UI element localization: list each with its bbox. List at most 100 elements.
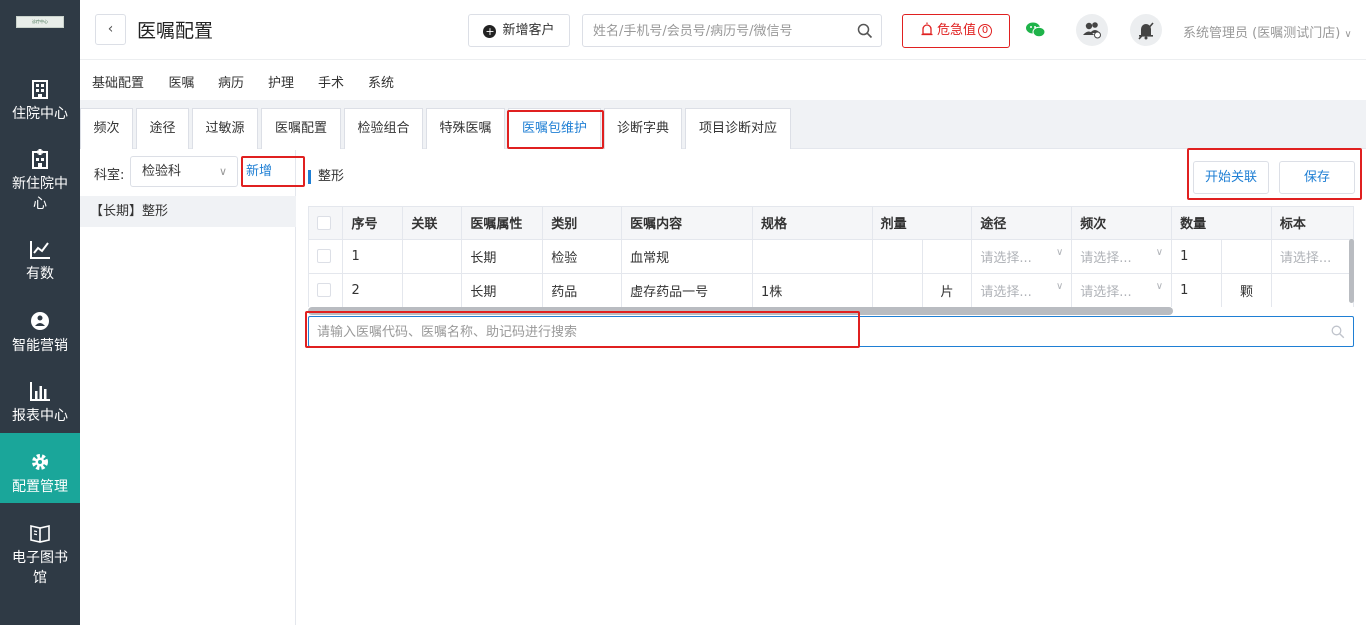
tab-lab-group[interactable]: 检验组合 xyxy=(344,108,423,149)
tab-basic-config[interactable]: 基础配置 xyxy=(92,72,144,101)
row-category: 检验 xyxy=(542,239,623,274)
chevron-down-icon: ∨ xyxy=(1055,280,1064,292)
column-header: 规格 xyxy=(752,207,873,240)
row-checkbox[interactable] xyxy=(317,283,331,297)
row-select-cell xyxy=(309,239,344,274)
tab-item-diagnosis-mapping[interactable]: 项目诊断对应 xyxy=(685,108,791,149)
search-icon[interactable] xyxy=(857,23,873,39)
plus-circle-icon: + xyxy=(483,25,497,38)
row-frequency-select[interactable]: 请选择... ∨ xyxy=(1071,239,1173,274)
column-header: 剂量 xyxy=(872,207,973,240)
row-dose-input[interactable] xyxy=(872,239,923,274)
row-route-select[interactable]: 请选择... ∨ xyxy=(971,273,1073,307)
row-frequency-select[interactable]: 请选择... ∨ xyxy=(1071,273,1173,307)
tab-frequency[interactable]: 频次 xyxy=(80,108,133,149)
column-header: 途径 xyxy=(971,207,1073,240)
gear-icon xyxy=(32,454,48,470)
select-all-checkbox[interactable] xyxy=(317,215,331,230)
package-detail-panel: 整形 开始关联 保存 序号 关联 医嘱属性 类别 医嘱内容 规格 剂量 途径 频… xyxy=(297,150,1366,625)
package-list-item[interactable]: 【长期】整形 xyxy=(80,196,296,227)
add-package-button[interactable]: 新增 xyxy=(246,160,272,179)
start-link-button[interactable]: 开始关联 xyxy=(1193,161,1269,194)
department-value: 检验科 xyxy=(142,164,182,179)
table-header-row: 序号 关联 医嘱属性 类别 医嘱内容 规格 剂量 途径 频次 数量 标本 xyxy=(309,207,1354,240)
line-chart-icon xyxy=(30,241,50,259)
row-specimen-select[interactable]: 请选择... xyxy=(1271,239,1354,274)
row-quantity-input[interactable]: 1 xyxy=(1171,273,1223,307)
tab-medical-record[interactable]: 病历 xyxy=(218,72,244,101)
new-customer-button[interactable]: + 新增客户 xyxy=(468,14,570,47)
sidebar-item-config-management[interactable]: 配置管理 xyxy=(0,433,80,503)
order-search-input[interactable] xyxy=(317,322,1297,342)
bar-chart-icon xyxy=(30,382,50,401)
row-number: 1 xyxy=(342,239,404,274)
route-placeholder: 请选择... xyxy=(980,284,1032,300)
new-customer-label: 新增客户 xyxy=(502,23,555,38)
column-header: 医嘱属性 xyxy=(461,207,544,240)
column-header: 关联 xyxy=(402,207,463,240)
wechat-icon[interactable] xyxy=(1020,14,1052,46)
tab-allergen[interactable]: 过敏源 xyxy=(192,108,258,149)
search-icon[interactable] xyxy=(1331,325,1345,339)
package-list-panel: 科室: 检验科 ∨ 新增 【长期】整形 xyxy=(80,150,296,625)
order-table: 序号 关联 医嘱属性 类别 医嘱内容 规格 剂量 途径 频次 数量 标本 1 长… xyxy=(308,206,1354,307)
team-clock-icon[interactable] xyxy=(1076,14,1108,46)
alarm-icon xyxy=(921,22,933,36)
sidebar-item-inpatient-center[interactable]: 住院中心 xyxy=(0,78,80,124)
customer-search-input[interactable] xyxy=(593,21,843,41)
tab-route[interactable]: 途径 xyxy=(136,108,189,149)
sidebar-item-label: 有数 xyxy=(26,266,54,282)
column-header: 医嘱内容 xyxy=(621,207,753,240)
select-all-cell xyxy=(309,207,344,240)
row-dose-input[interactable] xyxy=(872,273,923,307)
horizontal-scrollbar[interactable] xyxy=(308,307,1173,315)
sidebar-item-new-inpatient-center[interactable]: 新住院中心 xyxy=(0,148,80,214)
tab-special-order[interactable]: 特殊医嘱 xyxy=(426,108,505,149)
column-header: 频次 xyxy=(1071,207,1173,240)
row-content: 血常规 xyxy=(621,239,753,274)
tab-diagnosis-dictionary[interactable]: 诊断字典 xyxy=(604,108,682,149)
vertical-scrollbar[interactable] xyxy=(1349,239,1354,303)
row-checkbox[interactable] xyxy=(317,249,331,263)
notification-muted-icon[interactable] xyxy=(1130,14,1162,46)
row-number: 2 xyxy=(342,273,404,307)
sidebar: 诊疗中心 住院中心 新住院中心 有数 智能营销 报表中心 配置管理 电子图书馆 xyxy=(0,0,80,625)
table-row[interactable]: 2 长期 药品 虚存药品一号 1株 片 请选择... ∨ 请选择... ∨ 1 颗 xyxy=(309,273,1354,307)
row-category: 药品 xyxy=(542,273,623,307)
chevron-down-icon: ∨ xyxy=(1344,29,1352,40)
sidebar-item-label: 住院中心 xyxy=(12,106,68,122)
building-icon xyxy=(32,80,48,99)
save-button[interactable]: 保存 xyxy=(1279,161,1355,194)
sidebar-item-label: 智能营销 xyxy=(12,338,68,354)
back-button[interactable]: ‹ xyxy=(95,14,126,45)
row-quantity-input[interactable]: 1 xyxy=(1171,239,1223,274)
sidebar-item-label: 报表中心 xyxy=(12,408,68,424)
sidebar-item-e-library[interactable]: 电子图书馆 xyxy=(0,522,80,588)
tab-surgery[interactable]: 手术 xyxy=(318,72,344,101)
tab-medical-order[interactable]: 医嘱 xyxy=(157,72,206,103)
row-spec xyxy=(752,239,873,274)
sidebar-item-report-center[interactable]: 报表中心 xyxy=(0,380,80,426)
sidebar-item-smart-marketing[interactable]: 智能营销 xyxy=(0,310,80,356)
secondary-tabs: 频次 途径 过敏源 医嘱配置 检验组合 特殊医嘱 医嘱包维护 诊断字典 项目诊断… xyxy=(80,100,1366,149)
sidebar-item-youshu[interactable]: 有数 xyxy=(0,238,80,284)
row-dose-unit: 片 xyxy=(922,273,973,307)
department-select[interactable]: 检验科 ∨ xyxy=(130,156,238,187)
row-link[interactable] xyxy=(402,239,463,274)
page-title: 医嘱配置 xyxy=(137,20,214,42)
user-name: 系统管理员 (医嘱测试门店) xyxy=(1183,26,1341,41)
tab-order-package-maintenance[interactable]: 医嘱包维护 xyxy=(508,108,601,149)
tab-nursing[interactable]: 护理 xyxy=(268,72,294,101)
row-route-select[interactable]: 请选择... ∨ xyxy=(971,239,1073,274)
chevron-down-icon: ∨ xyxy=(1155,246,1164,258)
row-attribute: 长期 xyxy=(461,239,544,274)
customer-search-box xyxy=(582,14,882,47)
tab-system[interactable]: 系统 xyxy=(368,72,394,101)
current-user-menu[interactable]: 系统管理员 (医嘱测试门店) ∨ xyxy=(1183,22,1352,41)
row-link[interactable] xyxy=(402,273,463,307)
critical-value-button[interactable]: 危急值 0 xyxy=(902,14,1010,48)
table-row[interactable]: 1 长期 检验 血常规 请选择... ∨ 请选择... ∨ 1 请选择... xyxy=(309,239,1354,274)
row-specimen-select[interactable] xyxy=(1271,273,1354,307)
route-placeholder: 请选择... xyxy=(980,250,1032,266)
tab-order-config[interactable]: 医嘱配置 xyxy=(261,108,341,149)
